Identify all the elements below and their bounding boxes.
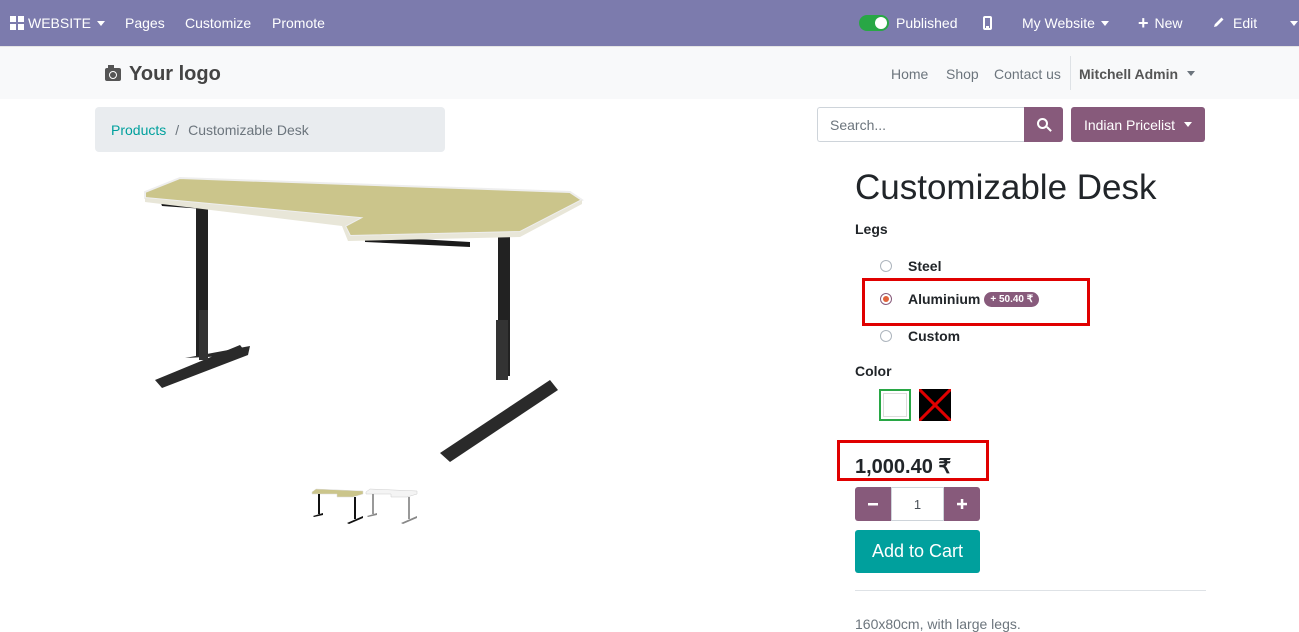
mobile-phone-icon	[983, 16, 992, 30]
pricelist-dropdown[interactable]: Indian Pricelist	[1071, 107, 1205, 142]
pages-menu-label: Pages	[125, 15, 165, 31]
nav-home[interactable]: Home	[891, 47, 928, 100]
breadcrumb-separator: /	[175, 121, 180, 138]
breadcrumb-current: Customizable Desk	[188, 121, 309, 138]
divider	[855, 590, 1206, 591]
published-label: Published	[896, 15, 958, 31]
more-menu-button[interactable]	[1284, 0, 1298, 46]
add-to-cart-button[interactable]: Add to Cart	[855, 530, 980, 573]
color-swatch-white[interactable]	[879, 389, 911, 421]
legs-option-label: Custom	[908, 328, 961, 344]
nav-shop[interactable]: Shop	[946, 47, 979, 100]
apps-grid-icon	[10, 16, 24, 30]
new-button[interactable]: + New	[1138, 0, 1183, 46]
product-thumbnail-wood[interactable]	[311, 488, 365, 526]
pricelist-label: Indian Pricelist	[1083, 116, 1176, 133]
breadcrumb: Products / Customizable Desk	[95, 107, 445, 152]
my-website-menu[interactable]: My Website	[1022, 0, 1109, 46]
website-menu-label: WEBSITE	[28, 15, 92, 31]
edit-label: Edit	[1233, 15, 1258, 31]
user-name: Mitchell Admin	[1079, 65, 1179, 82]
search-button[interactable]	[1024, 107, 1063, 142]
legs-option-steel[interactable]: Steel	[880, 258, 941, 274]
chevron-down-icon	[97, 20, 106, 26]
product-search	[817, 107, 1063, 142]
chevron-down-icon	[1290, 20, 1298, 26]
chevron-down-icon	[1100, 20, 1109, 26]
highlight-box-price	[837, 440, 989, 481]
camera-icon	[105, 65, 121, 81]
site-header: Your logo Home Shop Contact us Mitchell …	[0, 46, 1299, 99]
promote-menu[interactable]: Promote	[272, 0, 325, 46]
chevron-down-icon	[1184, 122, 1193, 127]
product-image	[144, 176, 584, 462]
search-icon	[1037, 118, 1048, 129]
pencil-icon	[1213, 15, 1225, 31]
highlight-box-aluminium	[862, 278, 1090, 326]
legs-attribute-label: Legs	[855, 221, 888, 237]
legs-option-label: Steel	[908, 258, 942, 274]
edit-button[interactable]: Edit	[1213, 0, 1257, 46]
pages-menu[interactable]: Pages	[125, 0, 165, 46]
nav-divider	[1070, 56, 1071, 90]
product-thumbnail-white[interactable]	[365, 488, 419, 526]
color-swatch-black-unavailable[interactable]	[919, 389, 951, 421]
admin-bar: WEBSITE Pages Customize Promote Publishe…	[0, 0, 1299, 46]
quantity-stepper	[855, 487, 980, 521]
chevron-down-icon	[1187, 71, 1196, 76]
color-attribute-label: Color	[855, 363, 892, 379]
quantity-decrease-button[interactable]	[855, 487, 891, 521]
minus-icon	[868, 503, 878, 506]
toggle-switch-icon	[859, 15, 889, 31]
site-logo[interactable]: Your logo	[105, 63, 221, 86]
nav-contact-label: Contact us	[994, 65, 1061, 82]
new-label: New	[1154, 15, 1183, 31]
customize-menu[interactable]: Customize	[185, 0, 251, 46]
add-to-cart-label: Add to Cart	[871, 541, 964, 561]
product-title: Customizable Desk	[855, 168, 1157, 207]
radio-button-icon[interactable]	[880, 260, 892, 272]
logo-text: Your logo	[129, 63, 221, 85]
plus-icon: +	[1138, 13, 1149, 33]
mobile-preview-button[interactable]	[983, 0, 992, 46]
nav-home-label: Home	[891, 65, 929, 82]
product-description: 160x80cm, with large legs.	[855, 616, 1021, 632]
quantity-increase-button[interactable]	[944, 487, 980, 521]
nav-contact-us[interactable]: Contact us	[994, 47, 1061, 100]
my-website-label: My Website	[1022, 15, 1095, 31]
quantity-input[interactable]	[891, 487, 944, 521]
search-input[interactable]	[817, 107, 1024, 142]
website-menu[interactable]: WEBSITE	[10, 0, 106, 46]
nav-shop-label: Shop	[946, 65, 979, 82]
published-toggle[interactable]: Published	[859, 0, 958, 46]
legs-option-custom[interactable]: Custom	[880, 328, 960, 344]
customize-menu-label: Customize	[185, 15, 252, 31]
unavailable-cross-icon	[919, 389, 951, 421]
radio-button-icon[interactable]	[880, 330, 892, 342]
breadcrumb-products-link[interactable]: Products	[111, 122, 166, 138]
promote-menu-label: Promote	[272, 15, 325, 31]
plus-icon	[957, 499, 967, 509]
user-menu[interactable]: Mitchell Admin	[1079, 47, 1196, 100]
